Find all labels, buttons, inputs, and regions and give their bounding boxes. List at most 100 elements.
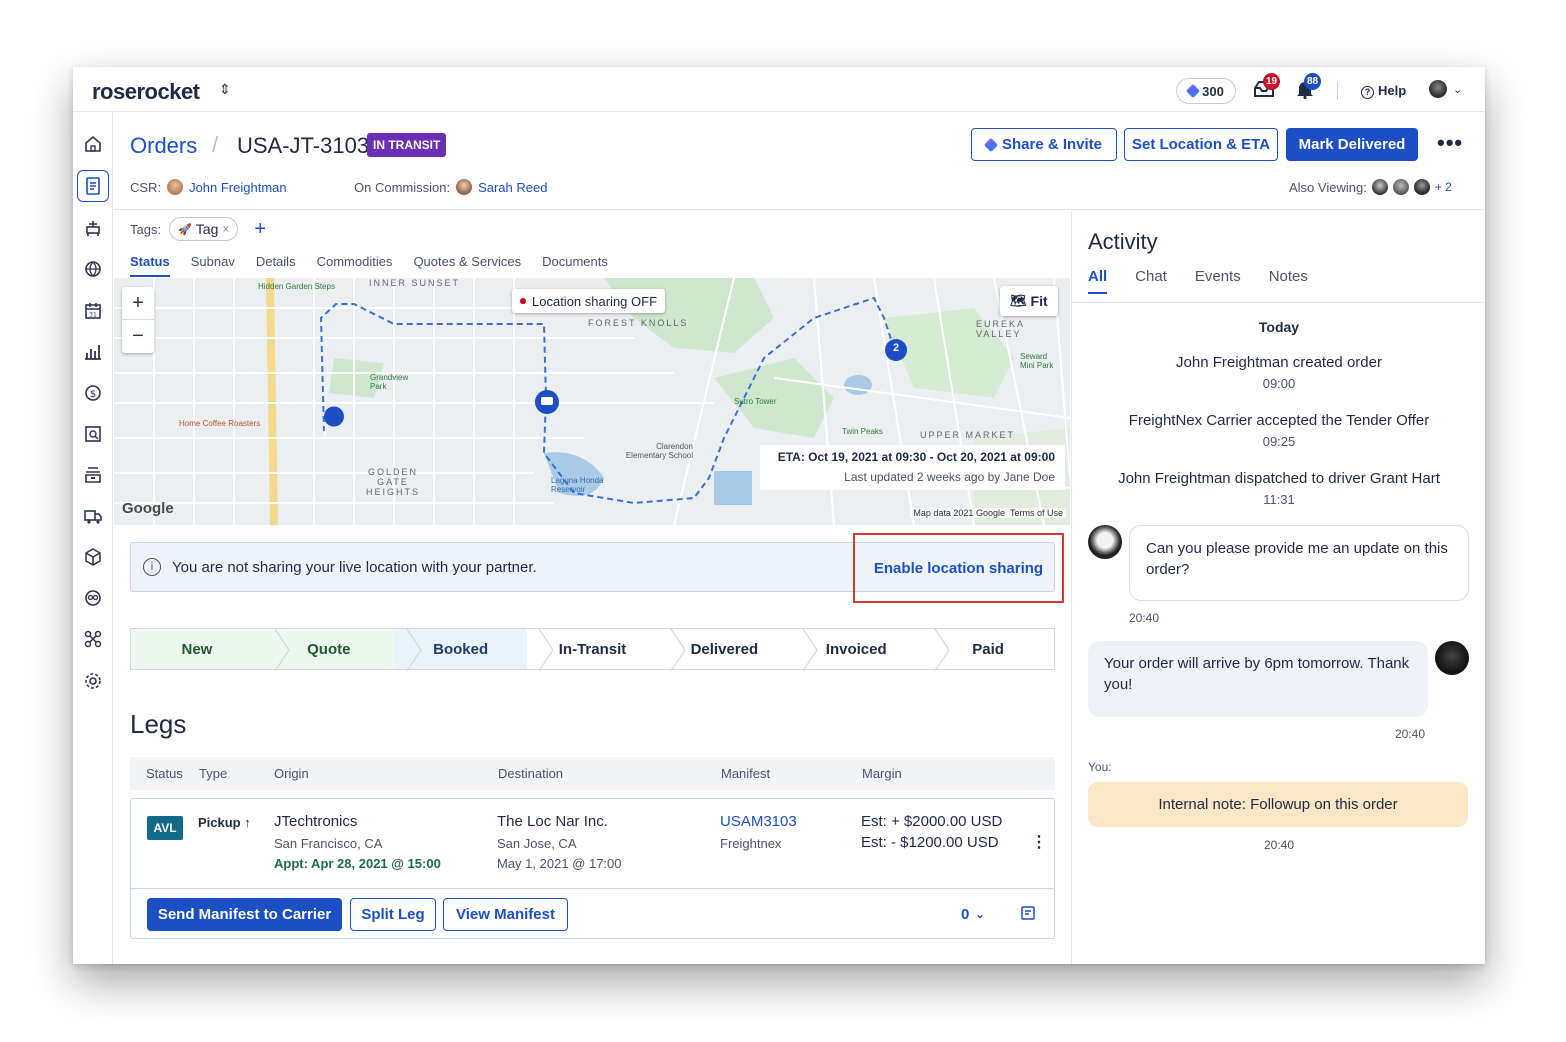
close-icon[interactable]: ×: [222, 222, 229, 236]
tab-quotes-services[interactable]: Quotes & Services: [413, 254, 521, 277]
step-label: Booked: [433, 640, 489, 658]
leg-row[interactable]: AVL Pickup ↑ JTechtronics San Francisco,…: [130, 798, 1055, 939]
leg-count: 0: [961, 906, 970, 923]
map-data-text: Map data 2021 Google: [913, 508, 1005, 518]
map-label: Seward Mini Park: [1020, 352, 1054, 370]
zoom-in-button[interactable]: +: [122, 287, 154, 320]
reports-icon[interactable]: [82, 341, 104, 363]
more-options-icon[interactable]: •••: [1437, 130, 1463, 156]
tab-commodities[interactable]: Commodities: [317, 254, 393, 277]
leg-destination-date: May 1, 2021 @ 17:00: [497, 856, 622, 871]
tag-chip-label: Tag: [195, 221, 219, 237]
event-item: John Freightman dispatched to driver Gra…: [1072, 470, 1485, 507]
credits-icon: [1186, 83, 1201, 99]
event-text: John Freightman created order: [1176, 354, 1382, 371]
map-label: FOREST KNOLLS: [588, 318, 689, 328]
inbox-icon[interactable]: 19: [1253, 73, 1281, 99]
divider: [1072, 302, 1485, 303]
send-manifest-button[interactable]: Send Manifest to Carrier: [147, 898, 342, 931]
legs-table-header: Status Type Origin Destination Manifest …: [130, 757, 1055, 790]
leg-origin-name: JTechtronics: [274, 813, 358, 830]
commission-name[interactable]: Sarah Reed: [478, 180, 547, 195]
event-time: 11:31: [1263, 492, 1295, 507]
leg-more-icon[interactable]: ⋮: [1031, 832, 1047, 852]
step-label: Quote: [307, 640, 351, 658]
map-marker-1[interactable]: 1: [318, 429, 332, 441]
viewer-avatar[interactable]: [1413, 179, 1430, 195]
route-map[interactable]: 1 2 INNER SUNSET FOREST KNOLLS GOLDEN GA…: [114, 278, 1070, 525]
fit-map-button[interactable]: 🗺 Fit: [1000, 286, 1058, 316]
mark-delivered-button[interactable]: Mark Delivered: [1286, 128, 1418, 161]
tags-row: Tags: 🚀 Tag × +: [130, 217, 266, 241]
order-status-badge: IN TRANSIT: [367, 133, 447, 157]
globe-icon[interactable]: [82, 258, 104, 280]
notes-icon[interactable]: [1020, 905, 1036, 926]
add-tag-button[interactable]: +: [254, 218, 266, 241]
manifest-link[interactable]: USAM3103: [720, 813, 797, 830]
set-location-eta-button[interactable]: Set Location & ETA: [1124, 128, 1278, 161]
tab-documents[interactable]: Documents: [542, 254, 608, 277]
truck-icon[interactable]: [82, 505, 104, 527]
csr-name[interactable]: John Freightman: [189, 180, 287, 195]
breadcrumb-orders[interactable]: Orders: [130, 133, 197, 159]
documents-search-icon[interactable]: [82, 423, 104, 445]
breadcrumb-separator: /: [212, 132, 219, 157]
settings-gear-icon[interactable]: [82, 670, 104, 692]
share-invite-button[interactable]: Share & Invite: [971, 128, 1117, 161]
bell-icon[interactable]: 88: [1294, 73, 1322, 100]
zoom-out-button[interactable]: −: [122, 320, 154, 353]
activity-tab-chat[interactable]: Chat: [1135, 268, 1167, 294]
app-logo[interactable]: roserocket: [92, 79, 200, 105]
map-marker-2[interactable]: 2: [889, 342, 903, 354]
order-progress-steps: New Quote Booked In-Transit Delivered In…: [130, 628, 1055, 671]
activity-tab-all[interactable]: All: [1088, 268, 1108, 294]
workspace-switcher-icon[interactable]: ⇕: [219, 81, 231, 98]
leg-count-dropdown[interactable]: 0 ⌄: [961, 906, 985, 923]
commission-info: On Commission: Sarah Reed: [354, 179, 547, 195]
also-viewing-more[interactable]: + 2: [1435, 180, 1452, 194]
subtabs: Status Subnav Details Commodities Quotes…: [130, 254, 608, 277]
user-menu[interactable]: ⌄: [1429, 80, 1462, 98]
commission-avatar: [456, 179, 473, 195]
google-logo: Google: [122, 500, 174, 517]
warehouse-icon[interactable]: [82, 464, 104, 486]
legs-title: Legs: [130, 709, 187, 739]
viewer-avatar[interactable]: [1371, 179, 1388, 195]
credits-count: 300: [1202, 83, 1224, 99]
map-label: UPPER MARKET: [920, 430, 1016, 440]
home-icon[interactable]: [82, 133, 104, 155]
dispatch-icon[interactable]: [82, 217, 104, 239]
tab-status[interactable]: Status: [130, 254, 170, 277]
viewer-avatar[interactable]: [1392, 179, 1409, 195]
billing-icon[interactable]: $: [82, 382, 104, 404]
step-new: New: [131, 629, 263, 669]
also-viewing-label: Also Viewing:: [1289, 179, 1367, 195]
chevron-down-icon: ⌄: [1453, 83, 1463, 96]
integrations-icon[interactable]: [82, 628, 104, 650]
partners-icon[interactable]: [82, 587, 104, 609]
view-manifest-button[interactable]: View Manifest: [443, 898, 568, 931]
user-avatar: [1429, 80, 1447, 98]
orders-icon[interactable]: [77, 170, 109, 202]
enable-location-sharing-button[interactable]: Enable location sharing: [853, 533, 1064, 603]
tag-chip[interactable]: 🚀 Tag ×: [169, 217, 239, 241]
help-button[interactable]: ? Help: [1361, 83, 1406, 99]
activity-tab-notes[interactable]: Notes: [1269, 268, 1308, 294]
package-icon[interactable]: [82, 546, 104, 568]
truck-location-marker[interactable]: [539, 395, 555, 409]
calendar-icon[interactable]: 31: [82, 300, 104, 322]
manifest-carrier: Freightnex: [720, 836, 782, 851]
credits-pill[interactable]: 300: [1176, 78, 1236, 104]
main-content: Tags: 🚀 Tag × + Status Subnav Details Co…: [114, 211, 1070, 964]
tab-details[interactable]: Details: [256, 254, 296, 277]
internal-note: Internal note: Followup on this order: [1088, 782, 1468, 827]
leg-status-badge: AVL: [147, 816, 183, 840]
terms-link[interactable]: Terms of Use: [1010, 508, 1063, 518]
split-leg-button[interactable]: Split Leg: [350, 898, 436, 931]
tab-subnav[interactable]: Subnav: [191, 254, 235, 277]
step-booked: Booked: [394, 629, 527, 669]
event-item: FreightNex Carrier accepted the Tender O…: [1072, 412, 1485, 449]
step-label: In-Transit: [558, 640, 627, 658]
eta-updated-text: Last updated 2 weeks ago by Jane Doe: [844, 470, 1055, 484]
activity-tab-events[interactable]: Events: [1195, 268, 1241, 294]
